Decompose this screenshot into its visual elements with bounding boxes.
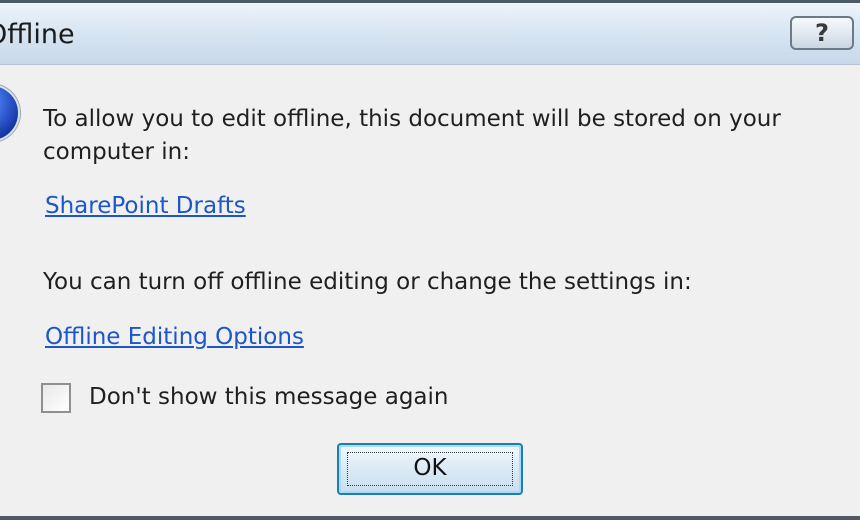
title-bar: Offline ? bbox=[0, 3, 860, 65]
dont-show-checkbox-label[interactable]: Don't show this message again bbox=[89, 384, 448, 410]
storage-message: To allow you to edit offline, this docum… bbox=[43, 106, 781, 165]
offline-dialog: Offline ? To allow you to edit offline, … bbox=[0, 0, 860, 520]
settings-message: You can turn off offline editing or chan… bbox=[43, 269, 692, 295]
offline-editing-options-link[interactable]: Offline Editing Options bbox=[45, 324, 304, 350]
ok-button[interactable]: OK bbox=[337, 443, 523, 495]
help-icon: ? bbox=[815, 19, 829, 47]
sharepoint-drafts-link[interactable]: SharePoint Drafts bbox=[45, 193, 246, 219]
dont-show-checkbox[interactable] bbox=[41, 383, 71, 413]
help-button[interactable]: ? bbox=[790, 16, 854, 50]
info-icon bbox=[0, 84, 20, 142]
ok-button-label: OK bbox=[413, 455, 447, 481]
dialog-title: Offline bbox=[0, 19, 75, 50]
dialog-content: To allow you to edit offline, this docum… bbox=[0, 65, 860, 516]
